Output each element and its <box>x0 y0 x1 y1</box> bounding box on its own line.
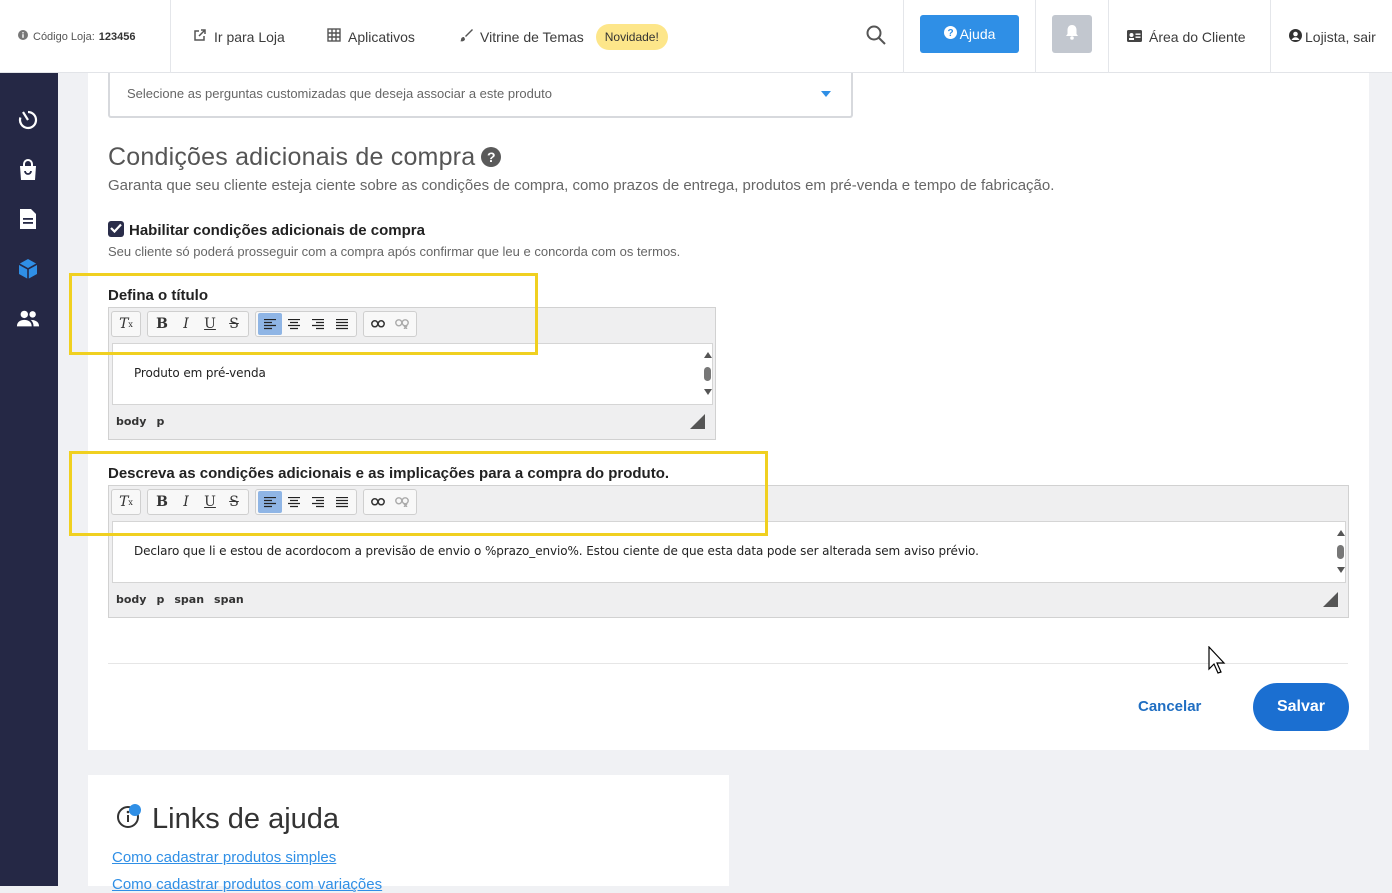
info-icon <box>18 30 28 43</box>
apps-label: Aplicativos <box>348 28 415 45</box>
save-button[interactable]: Salvar <box>1253 683 1349 731</box>
divider <box>1270 0 1271 73</box>
cancel-button[interactable]: Cancelar <box>1138 698 1201 715</box>
help-question-icon[interactable]: ? <box>481 147 502 167</box>
enable-conditions-help: Seu cliente só poderá prosseguir com a c… <box>108 244 681 259</box>
dashboard-icon[interactable] <box>16 108 40 132</box>
logout-link[interactable]: Lojista, sair <box>1289 0 1376 73</box>
go-to-store-link[interactable]: Ir para Loja <box>193 0 285 73</box>
client-area-label: Área do Cliente <box>1149 28 1246 45</box>
divider <box>1035 0 1036 73</box>
external-link-icon <box>193 28 207 45</box>
scroll-down-icon[interactable] <box>1337 567 1345 573</box>
sidebar <box>0 73 58 886</box>
notifications-button[interactable] <box>1052 15 1092 53</box>
brush-icon <box>459 28 473 45</box>
customers-icon[interactable] <box>16 307 40 331</box>
custom-questions-select[interactable]: Selecione as perguntas customizadas que … <box>108 73 853 118</box>
scroll-up-icon[interactable] <box>704 352 712 358</box>
resize-handle-icon[interactable] <box>690 414 705 429</box>
path-item[interactable]: body <box>116 415 146 428</box>
form-divider <box>108 663 1348 664</box>
themes-link[interactable]: Vitrine de Temas Novidade! <box>459 0 668 73</box>
path-item[interactable]: span <box>174 593 204 606</box>
resize-handle-icon[interactable] <box>1323 592 1338 607</box>
section-title-text: Condições adicionais de compra <box>108 143 476 171</box>
help-label: Ajuda <box>959 26 996 42</box>
grid-icon <box>327 28 341 45</box>
help-links-title: Links de ajuda <box>152 803 340 835</box>
path-item[interactable]: p <box>156 593 164 606</box>
path-item[interactable]: span <box>214 593 244 606</box>
scrollbar-thumb[interactable] <box>704 367 711 381</box>
help-link[interactable]: Como cadastrar produtos com variações <box>112 876 382 893</box>
client-area-link[interactable]: Área do Cliente <box>1127 0 1246 73</box>
svg-text:?: ? <box>947 28 953 39</box>
document-icon[interactable] <box>16 207 40 231</box>
element-path: body p <box>116 415 164 428</box>
store-code-value: 123456 <box>98 30 136 43</box>
search-icon <box>866 25 886 48</box>
scroll-down-icon[interactable] <box>704 389 712 395</box>
help-button[interactable]: ? Ajuda <box>920 15 1019 53</box>
new-badge: Novidade! <box>595 23 668 50</box>
conditions-content: Declaro que li e estou de acordocom a pr… <box>134 544 979 558</box>
top-bar: Código Loja: 123456 Ir para Loja Aplicat… <box>0 0 1392 73</box>
path-item[interactable]: body <box>116 593 146 606</box>
user-icon <box>1289 28 1302 45</box>
chevron-down-icon <box>821 91 831 97</box>
highlight-box <box>69 451 768 536</box>
enable-conditions-label[interactable]: Habilitar condições adicionais de compra <box>129 222 425 239</box>
id-card-icon <box>1127 29 1142 45</box>
mouse-cursor-icon <box>1208 645 1228 681</box>
custom-questions-placeholder: Selecione as perguntas customizadas que … <box>127 86 552 101</box>
go-to-store-label: Ir para Loja <box>214 28 285 45</box>
enable-conditions-checkbox[interactable] <box>108 221 124 237</box>
question-circle-icon: ? <box>943 26 957 42</box>
element-path: body p span span <box>116 593 244 606</box>
divider <box>170 0 171 73</box>
path-item[interactable]: p <box>156 415 164 428</box>
logout-label: Lojista, sair <box>1305 28 1376 45</box>
section-subtitle: Garanta que seu cliente esteja ciente so… <box>108 177 1055 194</box>
divider <box>1108 0 1109 73</box>
themes-label: Vitrine de Temas <box>480 28 584 45</box>
help-links-card: Links de ajuda Como cadastrar produtos s… <box>88 775 729 893</box>
store-code: Código Loja: 123456 <box>18 0 136 73</box>
product-form-card: Selecione as perguntas customizadas que … <box>88 73 1369 750</box>
highlight-box <box>69 273 538 355</box>
check-icon <box>110 220 122 238</box>
section-title: Condições adicionais de compra? <box>108 143 502 172</box>
scrollbar-thumb[interactable] <box>1337 545 1344 559</box>
store-code-label: Código Loja: <box>33 30 95 43</box>
scroll-up-icon[interactable] <box>1337 530 1345 536</box>
product-box-icon[interactable] <box>16 257 40 281</box>
title-content: Produto em pré-venda <box>134 366 266 380</box>
search-button[interactable] <box>866 0 886 73</box>
help-link[interactable]: Como cadastrar produtos simples <box>112 849 336 866</box>
shopping-bag-icon[interactable] <box>16 158 40 182</box>
apps-link[interactable]: Aplicativos <box>327 0 415 73</box>
bell-icon <box>1065 24 1079 45</box>
divider <box>903 0 904 73</box>
info-circle-icon <box>116 803 142 834</box>
